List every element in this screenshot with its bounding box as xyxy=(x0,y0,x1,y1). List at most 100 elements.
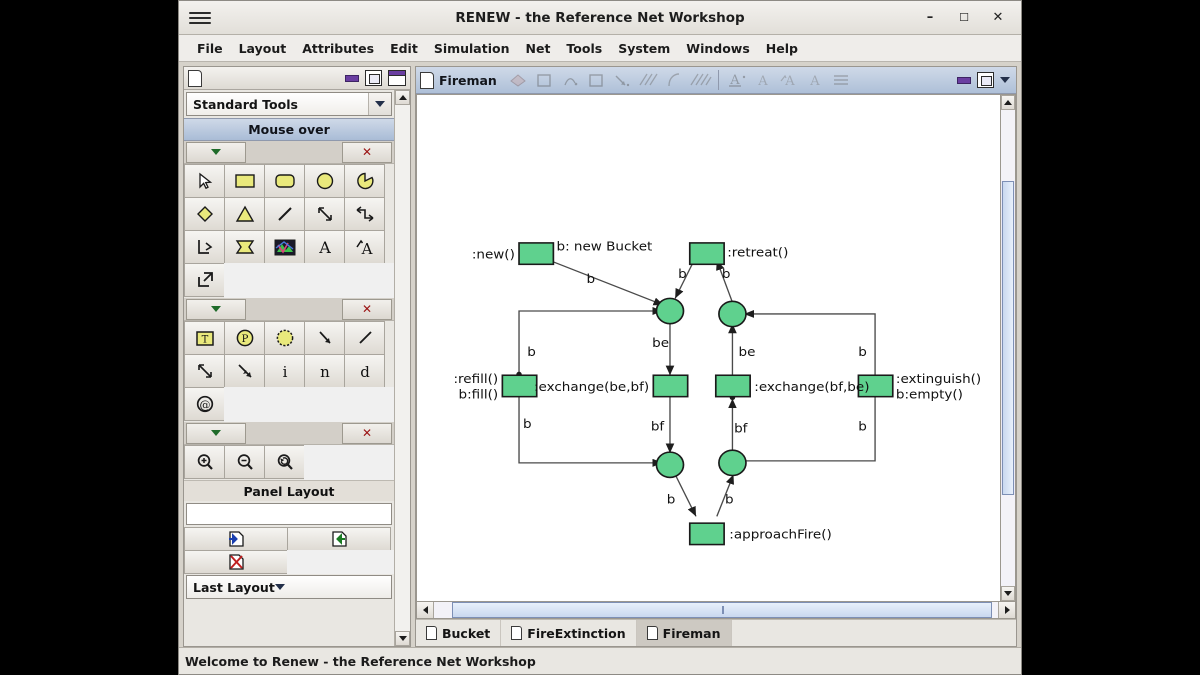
tab-bucket[interactable]: Bucket xyxy=(416,620,502,646)
float-icon[interactable] xyxy=(977,72,994,88)
hamburger-menu-icon[interactable] xyxy=(189,7,211,29)
menu-edit[interactable]: Edit xyxy=(382,38,426,59)
canvas-area: :new() b: new Bucket :retreat() :refill(… xyxy=(416,94,1016,602)
hatch-pattern-icon[interactable] xyxy=(635,69,661,91)
rotated-text-tool[interactable]: A xyxy=(344,230,385,264)
close-button[interactable]: ✕ xyxy=(991,11,1005,24)
double-arc-tool[interactable] xyxy=(184,354,225,388)
triangle-down-icon[interactable] xyxy=(186,298,246,320)
at-synchronous-tool[interactable]: @ xyxy=(184,387,225,421)
panel-layout-name-input[interactable] xyxy=(186,503,392,525)
menu-windows[interactable]: Windows xyxy=(678,38,758,59)
chevron-down-icon[interactable] xyxy=(368,93,391,115)
triangle-down-icon[interactable] xyxy=(186,141,246,163)
tab-fire-extinction[interactable]: FireExtinction xyxy=(501,620,637,646)
zoom-in-tool[interactable] xyxy=(184,445,225,479)
font-size-icon[interactable]: A xyxy=(750,69,776,91)
text-align-icon[interactable] xyxy=(828,69,854,91)
line-tool[interactable] xyxy=(264,197,305,231)
scroll-left-button[interactable] xyxy=(417,602,434,618)
petri-net-drawing[interactable]: :new() b: new Bucket :retreat() :refill(… xyxy=(417,95,1000,601)
minimize-button[interactable]: – xyxy=(923,11,937,24)
scroll-down-button[interactable] xyxy=(1001,586,1015,601)
tab-fireman[interactable]: Fireman xyxy=(636,620,732,646)
menu-simulation[interactable]: Simulation xyxy=(426,38,518,59)
scroll-up-button[interactable] xyxy=(1001,95,1015,110)
stripe-pattern-icon[interactable] xyxy=(687,69,713,91)
minimize-icon[interactable] xyxy=(345,74,359,82)
zoom-reset-tool[interactable] xyxy=(264,445,305,479)
close-icon[interactable]: ✕ xyxy=(342,298,392,320)
test-arc-tool[interactable] xyxy=(224,354,265,388)
menu-tools[interactable]: Tools xyxy=(558,38,610,59)
canvas-vertical-scrollbar[interactable] xyxy=(1000,94,1016,602)
line-style-icon[interactable] xyxy=(557,69,583,91)
elbow-connection-tool[interactable] xyxy=(184,230,225,264)
n-arc-tool[interactable]: n xyxy=(304,354,345,388)
polygon-tool[interactable] xyxy=(224,230,265,264)
arc-tool[interactable] xyxy=(304,321,345,355)
toolset-combobox[interactable]: Standard Tools xyxy=(186,92,392,116)
float-icon[interactable] xyxy=(365,70,382,86)
close-icon[interactable]: ✕ xyxy=(342,422,392,444)
scroll-track-left[interactable] xyxy=(434,602,452,618)
chevron-down-icon[interactable] xyxy=(1000,77,1010,83)
tool-panel-scrollbar[interactable] xyxy=(394,90,410,646)
fill-color-icon[interactable] xyxy=(505,69,531,91)
scroll-thumb[interactable] xyxy=(1002,180,1014,495)
text-tool[interactable]: A xyxy=(304,230,345,264)
zigzag-connection-tool[interactable] xyxy=(344,197,385,231)
scroll-track-bottom[interactable] xyxy=(1001,494,1015,586)
plain-arc-tool[interactable] xyxy=(344,321,385,355)
chevron-down-icon[interactable] xyxy=(274,584,285,590)
place-tool[interactable]: P xyxy=(224,321,265,355)
diamond-tool[interactable] xyxy=(184,197,225,231)
rectangle-tool[interactable] xyxy=(224,164,265,198)
double-arrow-line-tool[interactable] xyxy=(304,197,345,231)
triangle-down-icon[interactable] xyxy=(186,422,246,444)
menu-layout[interactable]: Layout xyxy=(231,38,295,59)
net-canvas[interactable]: :new() b: new Bucket :retreat() :refill(… xyxy=(416,94,1000,602)
menu-system[interactable]: System xyxy=(610,38,678,59)
scroll-track[interactable] xyxy=(395,105,410,631)
scroll-thumb[interactable] xyxy=(451,602,993,618)
d-arc-tool[interactable]: d xyxy=(344,354,385,388)
load-layout-button[interactable] xyxy=(287,527,391,551)
menu-help[interactable]: Help xyxy=(758,38,806,59)
image-tool[interactable] xyxy=(264,230,305,264)
layout-preset-combobox[interactable]: Last Layout xyxy=(186,575,392,599)
pie-tool[interactable] xyxy=(344,164,385,198)
rounded-rectangle-tool[interactable] xyxy=(264,164,305,198)
scroll-down-button[interactable] xyxy=(395,631,410,646)
minimize-icon[interactable] xyxy=(957,76,971,84)
close-icon[interactable]: ✕ xyxy=(342,141,392,163)
menu-net[interactable]: Net xyxy=(518,38,559,59)
font-style-icon[interactable]: A xyxy=(776,69,802,91)
virtual-place-tool[interactable] xyxy=(264,321,305,355)
scroll-right-button[interactable] xyxy=(998,602,1015,618)
zoom-out-tool[interactable] xyxy=(224,445,265,479)
rectangle-shape-icon[interactable] xyxy=(531,69,557,91)
arc-label: b xyxy=(725,493,734,507)
save-layout-button[interactable] xyxy=(184,527,288,551)
maximize-button[interactable]: ☐ xyxy=(957,12,971,23)
text-color-icon[interactable]: A xyxy=(724,69,750,91)
document-icon xyxy=(426,626,437,640)
inhibitor-arc-tool[interactable]: i xyxy=(264,354,305,388)
menu-file[interactable]: File xyxy=(189,38,231,59)
curve-icon[interactable] xyxy=(661,69,687,91)
menu-attributes[interactable]: Attributes xyxy=(294,38,382,59)
arrow-style-icon[interactable] xyxy=(609,69,635,91)
frame-color-icon[interactable] xyxy=(583,69,609,91)
canvas-horizontal-scrollbar[interactable] xyxy=(416,602,1016,619)
font-face-icon[interactable]: A xyxy=(802,69,828,91)
maximize-icon[interactable] xyxy=(388,70,406,86)
delete-layout-button[interactable] xyxy=(184,550,288,574)
transition-tool[interactable]: T xyxy=(184,321,225,355)
selection-arrow-tool[interactable] xyxy=(184,164,225,198)
ellipse-tool[interactable] xyxy=(304,164,345,198)
export-tool[interactable] xyxy=(184,263,225,297)
scroll-track-top[interactable] xyxy=(1001,110,1015,181)
triangle-tool[interactable] xyxy=(224,197,265,231)
scroll-up-button[interactable] xyxy=(395,90,410,105)
